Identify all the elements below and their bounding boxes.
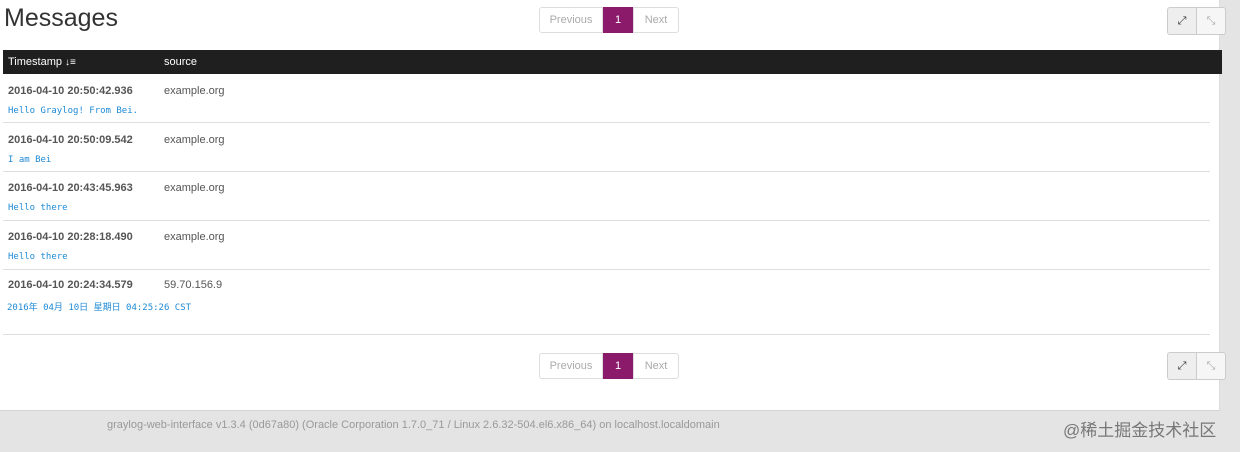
watermark: @稀土掘金技术社区 <box>1063 421 1217 440</box>
row-message: I am Bei <box>8 155 52 165</box>
collapse-icon[interactable]: ⤡ <box>1197 352 1226 380</box>
row-message: Hello there <box>8 203 68 213</box>
row-source: example.org <box>164 182 225 194</box>
page-1-button[interactable]: 1 <box>603 353 633 379</box>
column-source[interactable]: source <box>164 56 197 68</box>
row-timestamp: 2016-04-10 20:28:18.490 <box>8 231 133 243</box>
expand-icon[interactable]: ⤢ <box>1167 7 1197 35</box>
messages-panel: Messages Previous 1 Next ⤢ ⤡ Timestamp ↓≡… <box>0 0 1226 411</box>
row-source: example.org <box>164 134 225 146</box>
view-toolbar-bottom: ⤢ ⤡ <box>1167 352 1226 380</box>
row-message: Hello Graylog! From Bei. <box>8 106 139 116</box>
column-timestamp[interactable]: Timestamp ↓≡ <box>8 56 76 68</box>
row-message: 2016年 04月 10日 星期日 04:25:26 CST <box>7 303 192 313</box>
row-source: example.org <box>164 85 225 97</box>
row-timestamp: 2016-04-10 20:50:42.936 <box>8 85 133 97</box>
footer-version: graylog-web-interface v1.3.4 (0d67a80) (… <box>107 419 720 431</box>
previous-button[interactable]: Previous <box>539 7 603 33</box>
collapse-icon[interactable]: ⤡ <box>1197 7 1226 35</box>
next-button[interactable]: Next <box>633 353 679 379</box>
pagination-top: Previous 1 Next <box>539 7 679 33</box>
next-button[interactable]: Next <box>633 7 679 33</box>
row-timestamp: 2016-04-10 20:43:45.963 <box>8 182 133 194</box>
row-timestamp: 2016-04-10 20:24:34.579 <box>8 279 133 291</box>
table-header: Timestamp ↓≡ source <box>3 50 1222 74</box>
table-row[interactable]: 2016-04-10 20:50:09.542 example.org I am… <box>3 123 1210 172</box>
row-source: 59.70.156.9 <box>164 279 223 291</box>
page-1-button[interactable]: 1 <box>603 7 633 33</box>
row-timestamp: 2016-04-10 20:50:09.542 <box>8 134 133 146</box>
table-row[interactable]: 2016-04-10 20:24:34.579 59.70.156.9 2016… <box>3 270 1210 335</box>
table-row[interactable]: 2016-04-10 20:28:18.490 example.org Hell… <box>3 221 1210 270</box>
row-source: example.org <box>164 231 225 243</box>
table-row[interactable]: 2016-04-10 20:50:42.936 example.org Hell… <box>3 74 1210 123</box>
table-row[interactable]: 2016-04-10 20:43:45.963 example.org Hell… <box>3 172 1210 221</box>
view-toolbar-top: ⤢ ⤡ <box>1167 7 1226 35</box>
expand-icon[interactable]: ⤢ <box>1167 352 1197 380</box>
page-title: Messages <box>4 4 118 32</box>
previous-button[interactable]: Previous <box>539 353 603 379</box>
row-message: Hello there <box>8 252 68 262</box>
pagination-bottom: Previous 1 Next <box>539 353 679 379</box>
sort-descending-icon[interactable]: ↓≡ <box>65 57 76 68</box>
